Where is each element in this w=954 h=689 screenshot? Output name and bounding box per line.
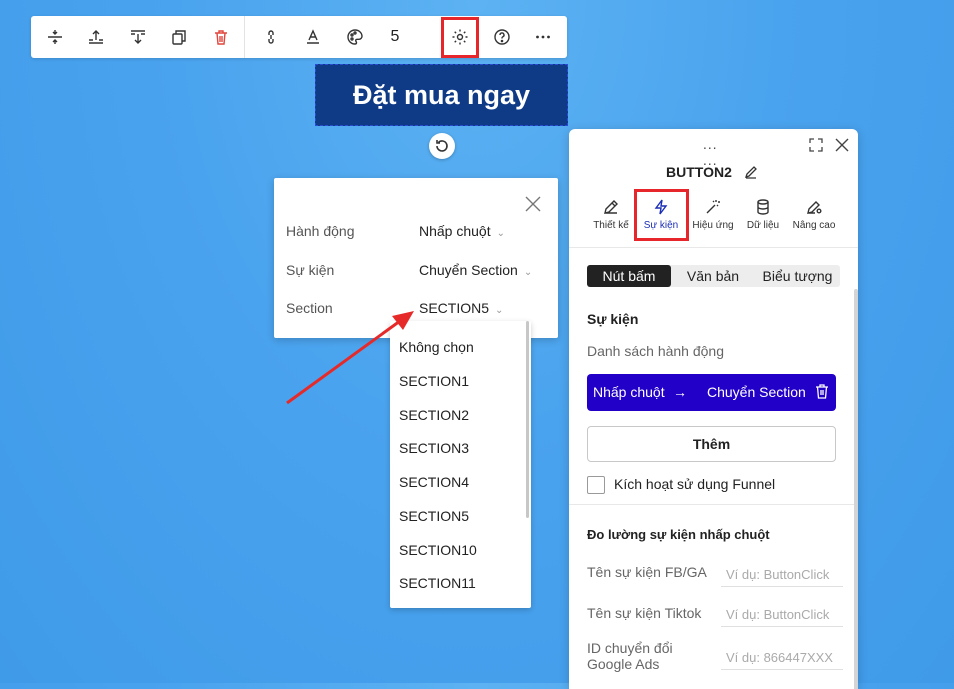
google-ads-input[interactable] (721, 645, 843, 670)
action-select[interactable]: Nhấp chuột ⌄ (419, 223, 505, 239)
tiktok-event-input[interactable] (721, 602, 843, 627)
chevron-down-icon: ⌄ (495, 305, 504, 316)
dropdown-option[interactable]: SECTION1 (399, 373, 469, 389)
segment-text[interactable]: Văn bản (671, 265, 755, 287)
popup-row-label: Sự kiện (286, 262, 335, 278)
tab-effects[interactable]: Hiệu ứng (685, 196, 741, 231)
tab-data[interactable]: Dữ liệu (735, 196, 791, 231)
panel-divider (569, 504, 858, 505)
popup-row-action: Hành động Nhấp chuột ⌄ (286, 220, 548, 242)
delete-icon[interactable] (203, 16, 239, 58)
trash-icon[interactable] (815, 384, 829, 402)
segment-icon[interactable]: Biểu tượng (755, 265, 840, 287)
dropdown-option[interactable]: SECTION4 (399, 474, 469, 490)
advanced-settings-icon (807, 201, 822, 214)
text-style-icon[interactable] (295, 16, 331, 58)
funnel-checkbox[interactable] (587, 476, 605, 494)
popup-row-section: Section SECTION5 ⌄ (286, 297, 548, 319)
action-trigger: Nhấp chuột (593, 384, 665, 400)
more-icon[interactable] (525, 16, 561, 58)
panel-divider (569, 247, 858, 248)
section-dropdown: Không chọn SECTION1 SECTION2 SECTION3 SE… (390, 321, 531, 608)
edit-icon (604, 200, 618, 214)
action-item[interactable]: Nhấp chuột → Chuyển Section (587, 374, 836, 411)
move-down-icon[interactable] (120, 16, 156, 58)
magic-wand-icon (706, 200, 720, 214)
event-select[interactable]: Chuyển Section ⌄ (419, 262, 532, 278)
section-select[interactable]: SECTION5 ⌄ (419, 300, 503, 316)
layer-count-text: 5 (390, 28, 400, 45)
fb-ga-event-input[interactable] (721, 562, 843, 587)
chevron-down-icon: ⌄ (523, 267, 533, 278)
chevron-down-icon: ⌄ (496, 228, 505, 239)
dropdown-option[interactable]: SECTION3 (399, 440, 469, 456)
toolbar-divider (244, 16, 245, 58)
tracking-title: Đo lường sự kiện nhấp chuột (587, 527, 770, 542)
panel-title: BUTTON2 (666, 164, 758, 180)
properties-panel: ∙∙∙ ∙∙∙ BUTTON2 Thiết kế Sự kiện Hiệu ứng… (569, 129, 858, 689)
database-icon (757, 199, 769, 215)
events-section-title: Sự kiện (587, 311, 639, 327)
event-popup: Hành động Nhấp chuột ⌄ Sự kiện Chuyển Sec… (274, 178, 558, 338)
fb-ga-label: Tên sự kiện FB/GA (587, 564, 707, 580)
dropdown-option[interactable]: SECTION2 (399, 407, 469, 423)
tab-advanced[interactable]: Nâng cao (786, 196, 842, 231)
tiktok-label: Tên sự kiện Tiktok (587, 605, 702, 621)
close-icon[interactable] (524, 195, 542, 213)
popup-row-label: Section (286, 300, 333, 316)
rotate-handle[interactable] (429, 133, 455, 159)
action-target: Chuyển Section (707, 384, 806, 400)
dropdown-scrollbar[interactable] (526, 321, 529, 518)
arrow-right-icon: → (673, 384, 687, 400)
element-type-segmented: Nút bấm Văn bản Biểu tượng (587, 265, 840, 287)
close-panel-icon[interactable] (835, 138, 849, 157)
add-action-button[interactable]: Thêm (587, 426, 836, 462)
action-list-label: Danh sách hành động (587, 343, 724, 359)
google-ads-label: ID chuyển đổi Google Ads (587, 640, 673, 672)
popup-row-label: Hành động (286, 223, 355, 239)
duplicate-icon[interactable] (161, 16, 197, 58)
help-icon[interactable] (484, 16, 520, 58)
move-up-icon[interactable] (78, 16, 114, 58)
popup-row-event: Sự kiện Chuyển Section ⌄ (286, 259, 548, 281)
expand-icon[interactable] (809, 138, 823, 157)
tab-design[interactable]: Thiết kế (583, 196, 639, 231)
rename-pencil-icon[interactable] (744, 165, 758, 179)
dropdown-option[interactable]: SECTION10 (399, 542, 477, 558)
align-center-icon[interactable] (37, 16, 73, 58)
layer-count[interactable]: 5 (377, 16, 413, 58)
palette-icon[interactable] (337, 16, 373, 58)
dropdown-option[interactable]: SECTION5 (399, 508, 469, 524)
dropdown-option[interactable]: Không chọn (399, 339, 474, 355)
link-icon[interactable] (253, 16, 289, 58)
dropdown-option[interactable]: SECTION11 (399, 575, 476, 591)
segment-button[interactable]: Nút bấm (587, 265, 671, 287)
funnel-label: Kích hoạt sử dụng Funnel (614, 476, 776, 492)
cta-button[interactable]: Đặt mua ngay (315, 64, 568, 126)
panel-scrollbar[interactable] (854, 289, 858, 689)
events-tab-highlight (634, 189, 689, 241)
settings-highlight (441, 17, 479, 58)
element-toolbar: 5 (31, 16, 567, 58)
